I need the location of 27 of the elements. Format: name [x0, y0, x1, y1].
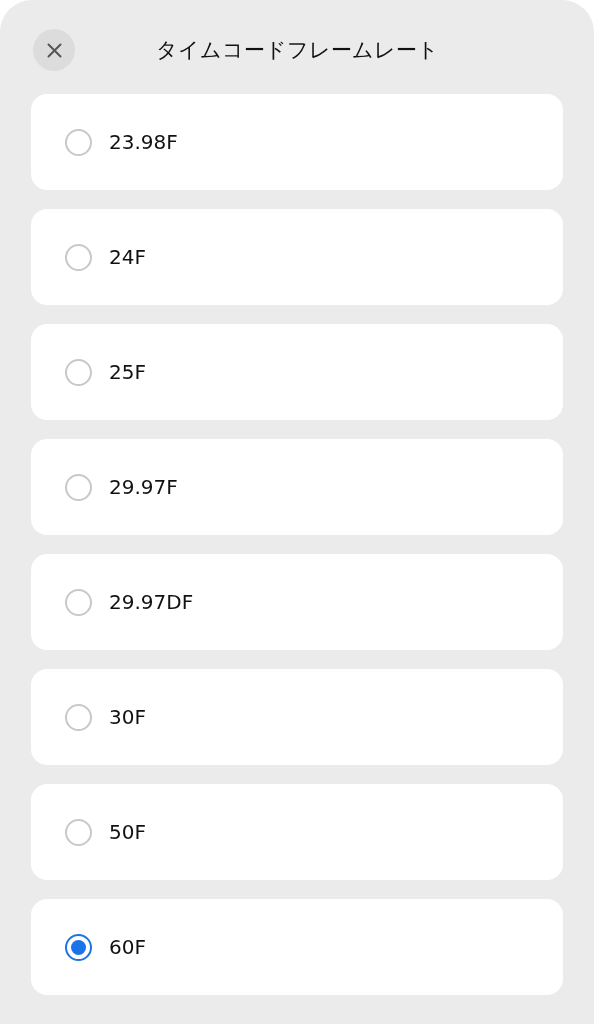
option-label: 23.98F: [109, 129, 178, 156]
option-row[interactable]: 30F: [31, 669, 563, 765]
option-row[interactable]: 29.97F: [31, 439, 563, 535]
radio-button[interactable]: [65, 473, 92, 501]
option-label: 50F: [109, 819, 146, 846]
radio-button[interactable]: [65, 703, 92, 731]
option-row[interactable]: 24F: [31, 209, 563, 305]
close-button[interactable]: [33, 29, 75, 71]
option-row[interactable]: 23.98F: [31, 94, 563, 190]
option-row[interactable]: 29.97DF: [31, 554, 563, 650]
radio-button[interactable]: [65, 243, 92, 271]
option-label: 25F: [109, 359, 146, 386]
radio-button[interactable]: [65, 933, 92, 961]
option-label: 29.97F: [109, 474, 178, 501]
sheet-title: タイムコードフレームレート: [155, 38, 439, 62]
option-row[interactable]: 50F: [31, 784, 563, 880]
radio-button[interactable]: [65, 128, 92, 156]
option-label: 29.97DF: [109, 589, 194, 616]
option-label: 60F: [109, 934, 146, 961]
radio-button[interactable]: [65, 358, 92, 386]
close-icon: [46, 42, 62, 58]
radio-button[interactable]: [65, 818, 92, 846]
option-row[interactable]: 25F: [31, 324, 563, 420]
option-label: 24F: [109, 244, 146, 271]
option-label: 30F: [109, 704, 146, 731]
radio-button[interactable]: [65, 588, 92, 616]
option-row[interactable]: 60F: [31, 899, 563, 995]
